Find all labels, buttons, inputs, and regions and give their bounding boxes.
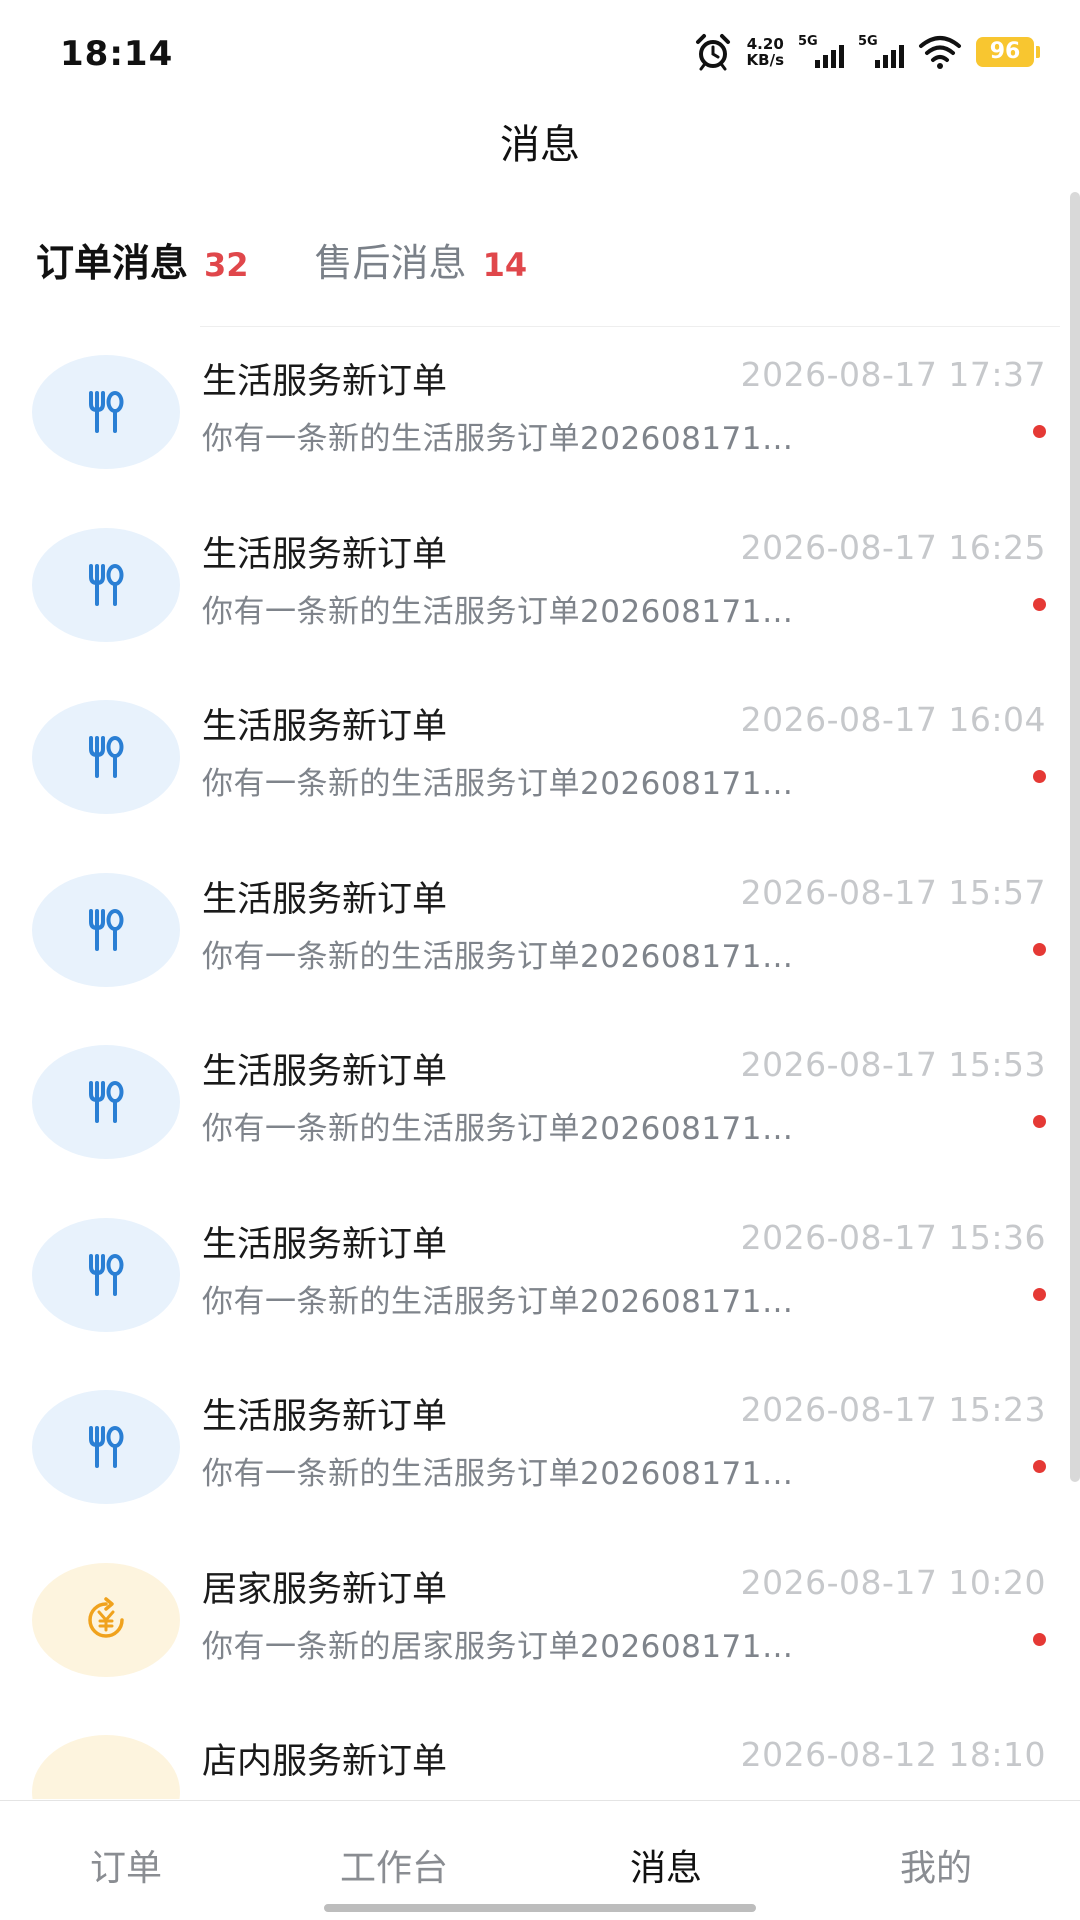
status-icons: 4.20 KB/s 5G 5G 96 <box>693 30 1040 74</box>
message-avatar <box>32 527 180 642</box>
message-avatar <box>32 1045 180 1159</box>
tab-after-sales-messages[interactable]: 售后消息 14 <box>315 232 528 287</box>
list-item[interactable]: 居家服务新订单 2026-08-17 10:20 你有一条新的居家服务订单202… <box>0 1535 1070 1708</box>
cutlery-icon <box>89 736 124 778</box>
message-title: 生活服务新订单 <box>202 707 448 747</box>
message-preview: 你有一条新的居家服务订单202608171… <box>202 1628 794 1665</box>
message-title: 居家服务新订单 <box>202 1569 448 1610</box>
list-item[interactable]: 生活服务新订单 2026-08-17 16:25 你有一条新的生活服务订单202… <box>0 500 1070 673</box>
message-time: 2026-08-17 15:23 <box>740 1390 1046 1429</box>
signal-icon-sim2: 5G <box>858 34 904 70</box>
unread-dot <box>1033 597 1046 611</box>
message-time: 2026-08-17 15:53 <box>740 1045 1046 1084</box>
message-time: 2026-08-17 16:25 <box>740 527 1046 567</box>
unread-dot <box>1033 770 1046 783</box>
cutlery-icon <box>89 563 124 606</box>
message-preview: 你有一条新的生活服务订单202608171… <box>202 766 794 802</box>
unread-dot <box>1033 942 1046 956</box>
message-avatar <box>32 1390 180 1504</box>
nav-profile[interactable]: 我的 <box>900 1839 972 1891</box>
status-time: 18:14 <box>60 34 174 74</box>
cutlery-icon <box>89 391 124 433</box>
message-time: 2026-08-17 15:36 <box>740 1217 1046 1257</box>
message-avatar <box>32 355 180 469</box>
message-avatar <box>32 1562 180 1677</box>
network-speed-unit: KB/s <box>746 51 784 69</box>
list-item[interactable]: 生活服务新订单 2026-08-17 15:36 你有一条新的生活服务订单202… <box>0 1190 1070 1363</box>
scrollbar[interactable] <box>1070 192 1080 1482</box>
list-item[interactable]: 店内服务新订单 2026-08-12 18:10 <box>0 1707 1070 1799</box>
network-speed: 4.20 KB/s <box>747 36 784 68</box>
message-title: 生活服务新订单 <box>202 362 448 402</box>
message-list[interactable]: 生活服务新订单 2026-08-17 17:37 你有一条新的生活服务订单202… <box>0 327 1070 1799</box>
store-icon <box>82 1788 130 1799</box>
message-title: 生活服务新订单 <box>202 1052 448 1092</box>
list-item[interactable]: 生活服务新订单 2026-08-17 15:57 你有一条新的生活服务订单202… <box>0 845 1070 1018</box>
message-avatar <box>32 872 180 987</box>
message-time: 2026-08-12 18:10 <box>740 1735 1046 1774</box>
nav-messages[interactable]: 消息 <box>630 1839 702 1891</box>
message-tabs: 订单消息 32 售后消息 14 <box>36 232 593 287</box>
tab-label: 售后消息 <box>314 241 467 285</box>
unread-dot <box>1033 1632 1046 1646</box>
message-preview: 你有一条新的生活服务订单202608171… <box>202 593 794 630</box>
tab-order-messages[interactable]: 订单消息 32 <box>36 232 249 287</box>
signal-icon-sim1: 5G <box>798 34 844 70</box>
message-title: 生活服务新订单 <box>202 1224 448 1265</box>
tab-count-badge: 14 <box>482 246 528 284</box>
message-preview: 你有一条新的生活服务订单202608171… <box>202 1456 794 1492</box>
message-title: 生活服务新订单 <box>202 1397 448 1437</box>
message-time: 2026-08-17 15:57 <box>740 872 1046 912</box>
tab-count-badge: 32 <box>204 246 249 284</box>
unread-dot <box>1033 1460 1046 1473</box>
list-item[interactable]: 生活服务新订单 2026-08-17 15:53 你有一条新的生活服务订单202… <box>0 1017 1070 1190</box>
cutlery-icon <box>89 1081 124 1123</box>
message-time: 2026-08-17 16:04 <box>740 700 1046 739</box>
message-title: 生活服务新订单 <box>202 534 448 575</box>
message-preview: 你有一条新的生活服务订单202608171… <box>202 1283 794 1320</box>
cutlery-icon <box>89 908 124 951</box>
message-preview: 你有一条新的生活服务订单202608171… <box>202 421 794 457</box>
unread-dot <box>1033 425 1046 438</box>
cutlery-icon <box>89 1426 124 1468</box>
message-avatar <box>32 1735 180 1799</box>
battery-icon: 96 <box>976 37 1040 67</box>
wifi-icon <box>919 36 961 69</box>
alarm-clock-icon <box>695 34 730 71</box>
nav-workbench[interactable]: 工作台 <box>340 1839 448 1891</box>
message-preview: 你有一条新的生活服务订单202608171… <box>202 1111 794 1147</box>
unread-dot <box>1033 1115 1046 1128</box>
message-preview: 你有一条新的生活服务订单202608171… <box>202 938 794 975</box>
network-speed-value: 4.20 <box>746 35 784 53</box>
message-title: 店内服务新订单 <box>202 1742 448 1782</box>
bottom-nav: 订单 工作台 消息 我的 <box>0 1800 1080 1920</box>
list-item[interactable]: 生活服务新订单 2026-08-17 15:23 你有一条新的生活服务订单202… <box>0 1362 1070 1535</box>
yuan-refresh-icon <box>88 1596 124 1638</box>
message-avatar <box>32 700 180 814</box>
home-indicator[interactable] <box>324 1904 756 1912</box>
list-item[interactable]: 生活服务新订单 2026-08-17 16:04 你有一条新的生活服务订单202… <box>0 672 1070 845</box>
status-bar: 18:14 4.20 KB/s 5G 5G 96 <box>0 0 1080 100</box>
message-title: 生活服务新订单 <box>202 879 448 920</box>
nav-orders[interactable]: 订单 <box>90 1839 162 1891</box>
tab-label: 订单消息 <box>36 241 189 285</box>
list-item[interactable]: 生活服务新订单 2026-08-17 17:37 你有一条新的生活服务订单202… <box>0 327 1070 500</box>
unread-dot <box>1033 1287 1046 1301</box>
battery-level: 96 <box>976 37 1034 67</box>
message-time: 2026-08-17 17:37 <box>740 355 1046 394</box>
cutlery-icon <box>89 1253 124 1296</box>
page-title: 消息 <box>500 122 580 168</box>
message-avatar <box>32 1217 180 1332</box>
message-time: 2026-08-17 10:20 <box>740 1562 1046 1602</box>
